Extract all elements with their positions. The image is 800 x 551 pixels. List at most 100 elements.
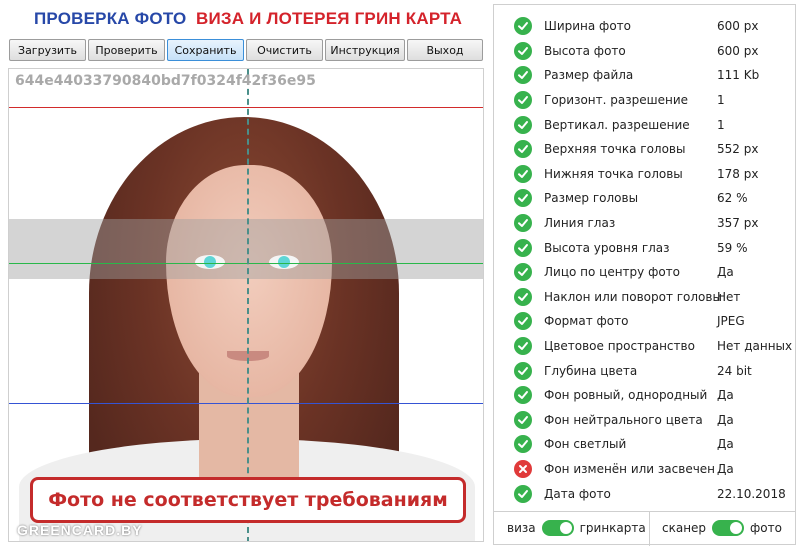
check-value: Да	[717, 437, 734, 452]
check-row: Цветовое пространство Нет данных	[494, 334, 795, 359]
source-right-label: фото	[750, 521, 782, 535]
check-row: Размер файла 111 Kb	[494, 63, 795, 88]
check-ok-icon	[514, 115, 532, 134]
check-value: JPEG	[717, 314, 745, 329]
check-value: 24 bit	[717, 363, 752, 378]
check-ok-icon	[514, 435, 532, 454]
check-label: Нижняя точка головы	[544, 166, 683, 181]
check-label: Вертикал. разрешение	[544, 117, 690, 132]
check-ok-icon	[514, 312, 532, 331]
check-row: Нижняя точка головы 178 px	[494, 162, 795, 187]
check-label: Цветовое пространство	[544, 339, 695, 354]
check-row: Глубина цвета 24 bit	[494, 358, 795, 383]
check-label: Глубина цвета	[544, 363, 638, 378]
check-label: Высота уровня глаз	[544, 240, 670, 255]
check-row: Фон изменён или засвечен Да	[494, 457, 795, 482]
check-row: Лицо по центру фото Да	[494, 260, 795, 285]
left-eye-marker	[195, 255, 225, 269]
check-label: Фон изменён или засвечен	[544, 461, 716, 476]
check-label: Ширина фото	[544, 19, 631, 34]
status-text: Фото не соответствует требованиям	[48, 489, 448, 511]
check-label: Фон ровный, однородный	[544, 388, 708, 403]
check-value: 357 px	[717, 216, 759, 231]
check-value: Да	[717, 461, 734, 476]
check-row: Вертикал. разрешение 1	[494, 112, 795, 137]
check-label: Размер головы	[544, 191, 639, 206]
save-button[interactable]: Сохранить	[167, 39, 244, 61]
checks-list: Ширина фото 600 px Высота фото 600 px Размер…	[494, 14, 795, 506]
check-row: Верхняя точка головы 552 px	[494, 137, 795, 162]
mode-toggle-group: виза гринкарта	[507, 520, 646, 536]
toolbar: Загрузить Проверить Сохранить Очистить И…	[9, 39, 483, 61]
check-error-icon	[514, 459, 532, 478]
photo-hash: 644e44033790840bd7f0324f42f36e95	[15, 73, 316, 89]
check-value: Да	[717, 412, 734, 427]
mode-right-label: гринкарта	[579, 521, 646, 535]
check-value: Нет данных	[717, 339, 793, 354]
check-value: 600 px	[717, 43, 759, 58]
check-row: Фон нейтрального цвета Да	[494, 408, 795, 433]
check-label: Верхняя точка головы	[544, 142, 686, 157]
status-banner: Фото не соответствует требованиям	[30, 477, 466, 523]
source-toggle-group: сканер фото	[662, 520, 782, 536]
check-label: Наклон или поворот головы	[544, 289, 722, 304]
source-switch[interactable]	[712, 520, 745, 536]
check-label: Линия глаз	[544, 216, 616, 231]
check-ok-icon	[514, 189, 532, 208]
check-value: Да	[717, 265, 734, 280]
check-row: Линия глаз 357 px	[494, 211, 795, 236]
center-line	[247, 69, 249, 541]
check-row: Высота уровня глаз 59 %	[494, 235, 795, 260]
check-row: Размер головы 62 %	[494, 186, 795, 211]
check-ok-icon	[514, 41, 532, 60]
check-value: 600 px	[717, 19, 759, 34]
page-title: ПРОВЕРКА ФОТО	[34, 9, 187, 28]
check-label: Дата фото	[544, 486, 611, 501]
check-ok-icon	[514, 410, 532, 429]
right-eye-marker	[269, 255, 299, 269]
check-row: Дата фото 22.10.2018	[494, 481, 795, 506]
watermark: GREENCARD.BY	[17, 522, 143, 538]
check-row: Фон ровный, однородный Да	[494, 383, 795, 408]
source-left-label: сканер	[662, 521, 707, 535]
check-row: Наклон или поворот головы Нет	[494, 285, 795, 310]
check-label: Фон светлый	[544, 437, 627, 452]
clear-button[interactable]: Очистить	[246, 39, 323, 61]
check-ok-icon	[514, 214, 532, 233]
check-button[interactable]: Проверить	[88, 39, 165, 61]
check-label: Высота фото	[544, 43, 626, 58]
check-ok-icon	[514, 17, 532, 36]
app-header: ПРОВЕРКА ФОТО ВИЗА И ЛОТЕРЕЯ ГРИН КАРТА	[0, 0, 492, 38]
check-value: 1	[717, 93, 725, 108]
check-value: 22.10.2018	[717, 486, 786, 501]
check-row: Высота фото 600 px	[494, 39, 795, 64]
check-ok-icon	[514, 238, 532, 257]
check-row: Горизонт. разрешение 1	[494, 88, 795, 113]
check-ok-icon	[514, 287, 532, 306]
check-value: 552 px	[717, 142, 759, 157]
check-ok-icon	[514, 164, 532, 183]
check-value: Да	[717, 388, 734, 403]
exit-button[interactable]: Выход	[407, 39, 483, 61]
check-value: 59 %	[717, 240, 748, 255]
mode-switch[interactable]	[541, 520, 574, 536]
check-ok-icon	[514, 91, 532, 110]
check-ok-icon	[514, 337, 532, 356]
check-ok-icon	[514, 386, 532, 405]
check-ok-icon	[514, 140, 532, 159]
check-row: Фон светлый Да	[494, 432, 795, 457]
toggle-bar: виза гринкарта сканер фото	[494, 511, 795, 546]
check-value: 1	[717, 117, 725, 132]
load-button[interactable]: Загрузить	[9, 39, 86, 61]
check-value: 111 Kb	[717, 68, 760, 83]
check-ok-icon	[514, 361, 532, 380]
check-row: Формат фото JPEG	[494, 309, 795, 334]
instructions-button[interactable]: Инструкция	[325, 39, 405, 61]
checks-panel: Ширина фото 600 px Высота фото 600 px Размер…	[493, 4, 796, 546]
check-label: Лицо по центру фото	[544, 265, 681, 280]
toggle-divider	[649, 512, 650, 546]
check-row: Ширина фото 600 px	[494, 14, 795, 39]
check-ok-icon	[514, 66, 532, 85]
check-value: 178 px	[717, 166, 759, 181]
page-subtitle: ВИЗА И ЛОТЕРЕЯ ГРИН КАРТА	[196, 9, 463, 28]
